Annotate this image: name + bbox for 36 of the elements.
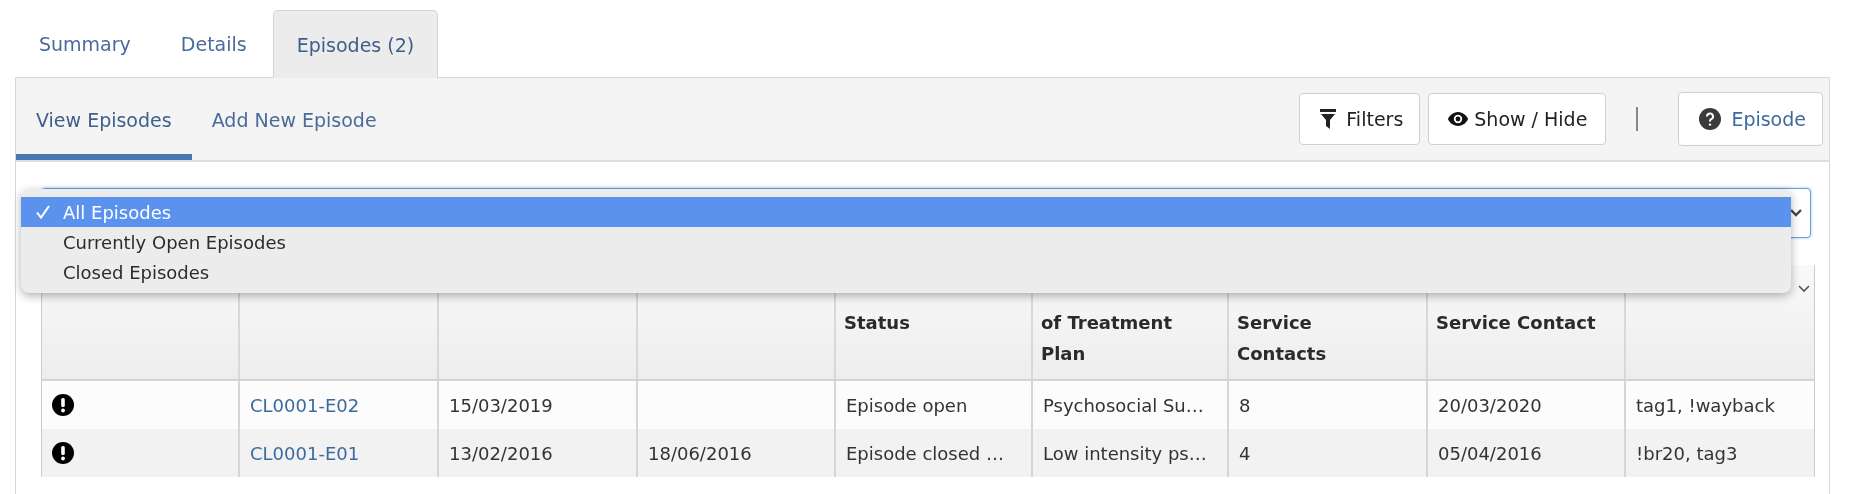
table-cell: 15/03/2019: [449, 394, 553, 416]
show-hide-button[interactable]: Show / Hide: [1428, 93, 1607, 145]
column-heading: of Treatment Plan: [1041, 311, 1173, 366]
table-cell: Episode open: [846, 394, 968, 416]
table-cell: !br20, tag3: [1636, 442, 1738, 464]
tab[interactable]: Details: [156, 10, 271, 77]
filters-button[interactable]: Filters: [1299, 93, 1421, 145]
subtab[interactable]: View Episodes: [16, 78, 192, 160]
chevron-icon: [1798, 285, 1810, 293]
table-cell: tag1, !wayback: [1636, 394, 1775, 416]
table-cell: 4: [1239, 442, 1251, 464]
table-cell: 05/04/2016: [1438, 442, 1542, 464]
column-heading: Service Contact: [1436, 311, 1597, 335]
funnel-icon: [1320, 109, 1337, 129]
chevron-icon: [1790, 209, 1802, 217]
episode-link[interactable]: CL0001-E02: [250, 394, 360, 416]
help-button[interactable]: Episode: [1678, 92, 1823, 146]
table-cell: 18/06/2016: [648, 442, 752, 464]
help-icon: [1699, 108, 1722, 130]
menu-option[interactable]: Closed Episodes: [21, 257, 1791, 287]
tab[interactable]: Episodes (2): [272, 10, 439, 78]
table-cell: Low intensity ps…: [1043, 442, 1207, 464]
episode-link[interactable]: CL0001-E01: [250, 442, 360, 464]
subtab[interactable]: Add New Episode: [191, 78, 397, 160]
checkmark-icon: [35, 204, 51, 220]
menu-option[interactable]: Currently Open Episodes: [21, 227, 1791, 257]
table-cell: Episode closed …: [846, 442, 1004, 464]
column-heading: Status: [844, 311, 911, 335]
eye-icon: [1447, 111, 1470, 127]
table-cell: 8: [1239, 394, 1251, 416]
menu-option[interactable]: All Episodes: [21, 197, 1791, 227]
table-cell: Psychosocial Su…: [1043, 394, 1204, 416]
column-heading: Service Contacts: [1237, 311, 1328, 366]
table-cell: 20/03/2020: [1438, 394, 1542, 416]
table-cell: 13/02/2016: [449, 442, 553, 464]
tab[interactable]: Summary: [15, 10, 155, 77]
